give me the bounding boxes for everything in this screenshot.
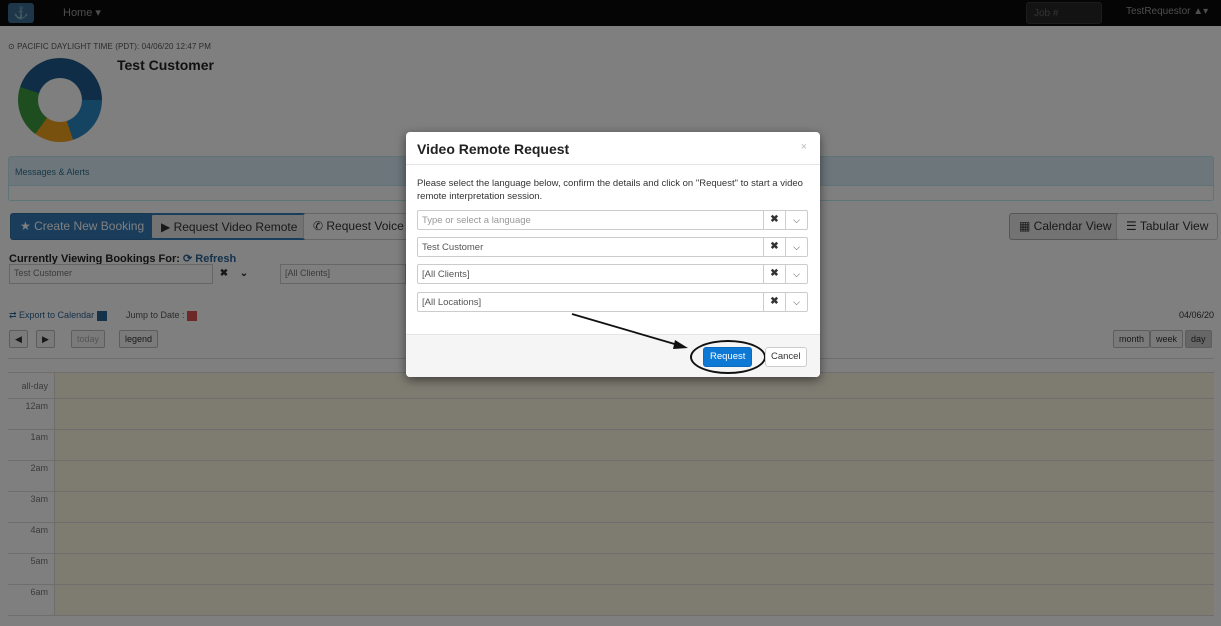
video-remote-request-modal: Video Remote Request × Please select the… (406, 132, 820, 377)
chevron-down-icon[interactable]: ⌵ (785, 238, 807, 256)
cancel-button[interactable]: Cancel (765, 347, 807, 367)
modal-footer: Request Cancel (406, 334, 820, 377)
clear-icon[interactable]: ✖ (763, 265, 785, 283)
modal-header: Video Remote Request × (406, 132, 820, 165)
chevron-down-icon[interactable]: ⌵ (785, 265, 807, 283)
customer-value[interactable]: Test Customer (422, 242, 483, 253)
language-select[interactable]: Type or select a language ✖ ⌵ (417, 210, 808, 230)
close-icon[interactable]: × (801, 141, 807, 153)
clear-icon[interactable]: ✖ (763, 238, 785, 256)
clear-icon[interactable]: ✖ (763, 211, 785, 229)
location-select[interactable]: [All Locations] ✖ ⌵ (417, 292, 808, 312)
customer-select[interactable]: Test Customer ✖ ⌵ (417, 237, 808, 257)
chevron-down-icon[interactable]: ⌵ (785, 211, 807, 229)
request-button[interactable]: Request (703, 347, 753, 367)
clear-icon[interactable]: ✖ (763, 293, 785, 311)
client-value[interactable]: [All Clients] (422, 269, 470, 280)
modal-title: Video Remote Request (417, 141, 570, 157)
location-value[interactable]: [All Locations] (422, 297, 481, 308)
client-select[interactable]: [All Clients] ✖ ⌵ (417, 264, 808, 284)
chevron-down-icon[interactable]: ⌵ (785, 293, 807, 311)
language-placeholder[interactable]: Type or select a language (422, 215, 531, 226)
modal-description: Please select the language below, confir… (417, 178, 803, 202)
